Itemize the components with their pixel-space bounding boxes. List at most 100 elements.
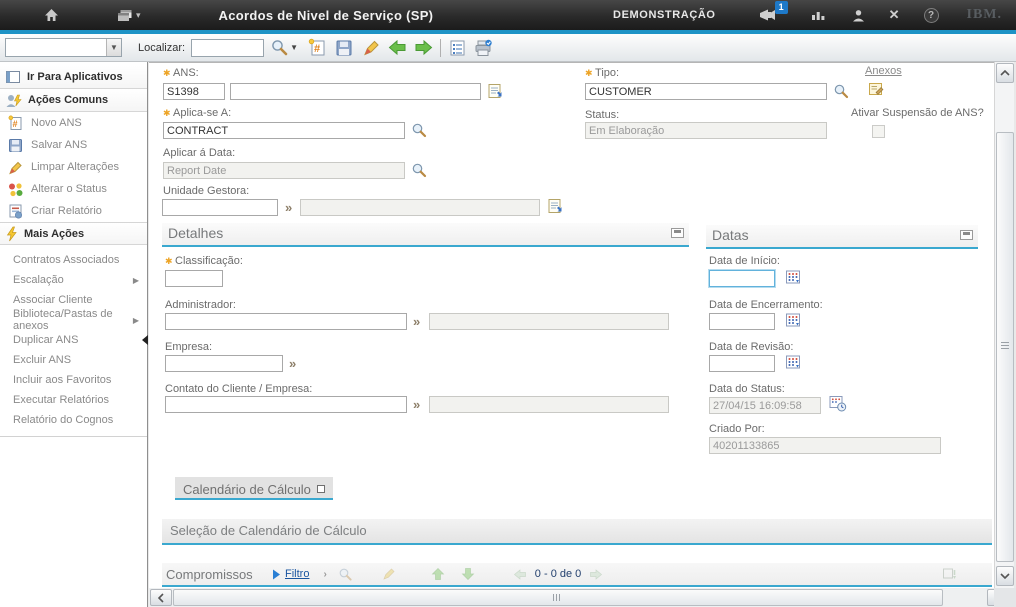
ans-id-input[interactable] <box>163 83 225 100</box>
report-button[interactable] <box>447 38 467 58</box>
criado-por-label: Criado Por: <box>709 423 765 435</box>
empresa-input[interactable] <box>165 355 283 372</box>
unidade-gestora-code-input[interactable] <box>162 199 278 216</box>
aplicar-data-lookup-icon[interactable] <box>411 162 427 178</box>
open-lookup-chevrons-icon[interactable]: » <box>289 355 296 372</box>
close-icon[interactable]: ✕ <box>889 7 900 23</box>
data-revisao-input[interactable] <box>709 355 775 372</box>
sidebar-item-incluir-favoritos[interactable]: Incluir aos Favoritos <box>0 370 147 390</box>
record-combo-input[interactable] <box>6 39 106 56</box>
scroll-down-button[interactable] <box>996 566 1014 586</box>
user-profile-button[interactable] <box>852 9 865 22</box>
sidebar-section-common-actions[interactable]: Ações Comuns <box>0 89 147 112</box>
sidebar-item-salvar-ans[interactable]: Salvar ANS <box>0 134 147 156</box>
stacked-windows-icon <box>117 9 133 22</box>
record-combobox[interactable]: ▼ <box>5 38 122 57</box>
tab-calendario-calculo[interactable]: Calendário de Cálculo <box>175 477 333 500</box>
open-lookup-chevrons-icon[interactable]: » <box>413 396 420 413</box>
scroll-up-button[interactable] <box>996 63 1014 83</box>
anexos-link[interactable]: Anexos <box>865 65 902 77</box>
minimize-icon[interactable] <box>960 230 973 240</box>
back-button[interactable] <box>387 38 407 58</box>
sidebar-item-escalacao[interactable]: Escalação▶ <box>0 270 147 290</box>
vertical-scrollbar[interactable] <box>994 62 1014 588</box>
sidebar-item-executar-relatorios[interactable]: Executar Relatórios <box>0 390 147 410</box>
person-icon <box>852 9 865 22</box>
datas-title: Datas <box>712 227 749 243</box>
administrador-code-input[interactable] <box>165 313 407 330</box>
search-button[interactable] <box>269 38 289 58</box>
save-button[interactable] <box>334 38 354 58</box>
sidebar-item-label: Limpar Alterações <box>31 161 119 173</box>
sidebar: Ir Para Aplicativos Ações Comuns # Novo … <box>0 62 148 607</box>
aplica-se-lookup-icon[interactable] <box>411 122 427 138</box>
filtro-link[interactable]: Filtro <box>285 568 309 580</box>
calendar-icon[interactable] <box>785 312 801 328</box>
filtro-toggle[interactable]: Filtro <box>272 568 309 580</box>
sidebar-item-associar-cliente[interactable]: Associar Cliente <box>0 290 147 310</box>
print-button[interactable] <box>473 38 493 58</box>
classificacao-input[interactable] <box>165 270 223 287</box>
forward-button[interactable] <box>413 38 433 58</box>
localizar-input[interactable] <box>191 39 264 57</box>
ans-name-input[interactable] <box>230 83 481 100</box>
selecao-calendario-header: Seleção de Calendário de Cálculo <box>162 519 992 545</box>
vertical-scroll-thumb[interactable] <box>996 132 1014 562</box>
notifications-button[interactable]: 1 <box>758 8 777 22</box>
scroll-left-button[interactable] <box>150 589 172 606</box>
horizontal-scrollbar[interactable] <box>149 588 1016 607</box>
combo-dropdown-icon[interactable]: ▼ <box>106 39 121 56</box>
chevron-right-icon[interactable]: › <box>323 569 326 580</box>
home-icon[interactable] <box>44 8 59 22</box>
contato-code-input[interactable] <box>165 396 407 413</box>
sidebar-section-title: Ações Comuns <box>28 94 108 106</box>
ibm-logo: IBM. <box>967 7 1003 23</box>
app-switcher-menu[interactable]: ▾ <box>117 9 141 22</box>
search-options-dropdown-icon[interactable]: ▼ <box>290 43 298 52</box>
horizontal-scroll-thumb[interactable] <box>173 589 943 606</box>
sidebar-item-duplicar-ans[interactable]: Duplicar ANS <box>0 330 147 350</box>
data-inicio-input[interactable] <box>709 270 775 287</box>
tipo-lookup-icon[interactable] <box>833 83 849 99</box>
sidebar-item-biblioteca-pastas[interactable]: Biblioteca/Pastas de anexos▶ <box>0 310 147 330</box>
open-lookup-chevrons-icon[interactable]: » <box>285 199 292 216</box>
calendar-icon[interactable] <box>785 354 801 370</box>
data-encerramento-input[interactable] <box>709 313 775 330</box>
lightning-icon <box>5 226 18 242</box>
open-lookup-chevrons-icon[interactable]: » <box>413 313 420 330</box>
sidebar-item-excluir-ans[interactable]: Excluir ANS <box>0 350 147 370</box>
sidebar-item-go-to-apps[interactable]: Ir Para Aplicativos <box>0 66 147 89</box>
sidebar-item-relatorio-cognos[interactable]: Relatório do Cognos <box>0 410 147 430</box>
help-button[interactable]: ? <box>924 8 939 23</box>
tipo-input[interactable] <box>585 83 827 100</box>
data-encerramento-label: Data de Encerramento: <box>709 299 823 311</box>
calendar-icon[interactable] <box>785 269 801 285</box>
sidebar-item-label: Contratos Associados <box>13 254 119 266</box>
search-icon <box>337 565 355 583</box>
sidebar-section-more-actions[interactable]: Mais Ações <box>0 222 147 245</box>
sidebar-item-label: Excluir ANS <box>13 354 71 366</box>
minimize-icon[interactable] <box>671 228 684 238</box>
metrics-button[interactable] <box>811 9 826 21</box>
clear-changes-button[interactable] <box>361 38 381 58</box>
datas-panel-header: Datas <box>706 225 978 249</box>
new-record-button[interactable]: # <box>307 38 327 58</box>
sidebar-item-alterar-status[interactable]: Alterar o Status <box>0 178 147 200</box>
move-up-icon <box>429 565 447 583</box>
attachment-edit-icon[interactable] <box>868 81 884 97</box>
aplica-se-input[interactable] <box>163 122 405 139</box>
sidebar-collapse-handle[interactable] <box>142 335 148 345</box>
status-label: Status: <box>585 109 619 121</box>
add-record-icon[interactable] <box>547 198 563 214</box>
add-record-icon[interactable] <box>487 83 503 99</box>
calendar-clock-icon[interactable] <box>829 395 845 411</box>
sidebar-item-novo-ans[interactable]: # Novo ANS <box>0 112 147 134</box>
ativar-suspensao-label: Ativar Suspensão de ANS? <box>851 107 984 119</box>
data-inicio-label: Data de Início: <box>709 255 780 267</box>
sidebar-item-criar-relatorio[interactable]: Criar Relatório <box>0 200 147 222</box>
sidebar-item-contratos-associados[interactable]: Contratos Associados <box>0 250 147 270</box>
sidebar-item-label: Criar Relatório <box>31 205 102 217</box>
app-header: ▾ Acordos de Nivel de Serviço (SP) DEMON… <box>0 0 1016 30</box>
ativar-suspensao-checkbox[interactable] <box>872 125 885 138</box>
sidebar-item-limpar-alteracoes[interactable]: Limpar Alterações <box>0 156 147 178</box>
